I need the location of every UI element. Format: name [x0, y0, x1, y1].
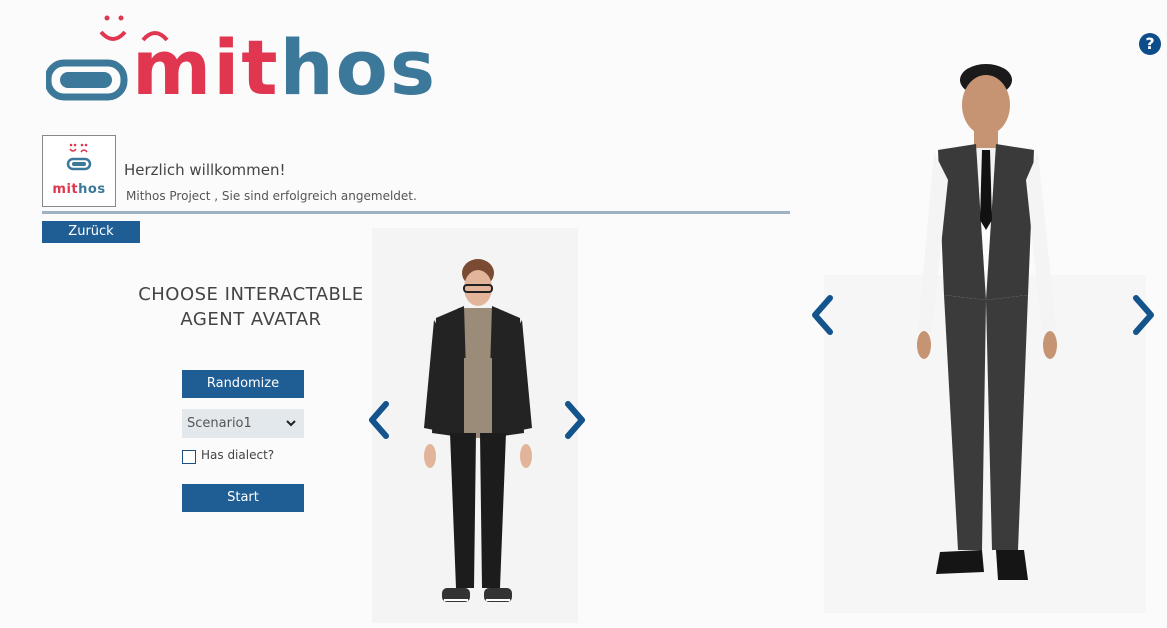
login-status-text: Mithos Project , Sie sind erfolgreich an… — [126, 189, 417, 203]
welcome-heading: Herzlich willkommen! — [124, 161, 286, 179]
dialect-checkbox[interactable] — [182, 450, 196, 464]
formal-avatar-figure — [917, 64, 1057, 580]
logo-text-mit: mit — [132, 23, 280, 112]
randomize-button[interactable]: Randomize — [182, 370, 304, 398]
dialect-label: Has dialect? — [201, 448, 275, 462]
header-divider — [42, 211, 790, 214]
chooser-title-line1: CHOOSE INTERACTABLE — [138, 284, 364, 305]
badge-wordmark: mithos — [43, 182, 115, 197]
back-button[interactable]: Zurück — [42, 221, 140, 243]
chevron-down-icon — [286, 420, 296, 427]
logo-text-hos: hos — [279, 23, 438, 112]
start-button[interactable]: Start — [182, 484, 304, 512]
chooser-title-line2: AGENT AVATAR — [180, 309, 322, 330]
scenario-select-value: Scenario1 — [187, 416, 252, 431]
prev-large-avatar-arrow-icon[interactable] — [808, 294, 836, 336]
next-avatar-arrow-icon[interactable] — [562, 400, 588, 440]
prev-avatar-arrow-icon[interactable] — [366, 400, 392, 440]
next-large-avatar-arrow-icon[interactable] — [1130, 294, 1158, 336]
chooser-title: CHOOSE INTERACTABLE AGENT AVATAR — [110, 282, 392, 332]
help-icon[interactable]: ? — [1139, 33, 1161, 55]
logo-wordmark: mithos — [132, 30, 437, 106]
user-avatar-badge: mithos — [42, 135, 116, 207]
mithos-logo: mithos — [46, 12, 456, 112]
casual-avatar-figure — [424, 259, 532, 602]
badge-text-mit: mit — [52, 182, 79, 197]
avatar-preview-panel — [372, 228, 578, 623]
mithos-mini-logo-icon — [66, 143, 92, 171]
badge-text-hos: hos — [78, 182, 106, 197]
scenario-select[interactable]: Scenario1 — [182, 409, 304, 438]
